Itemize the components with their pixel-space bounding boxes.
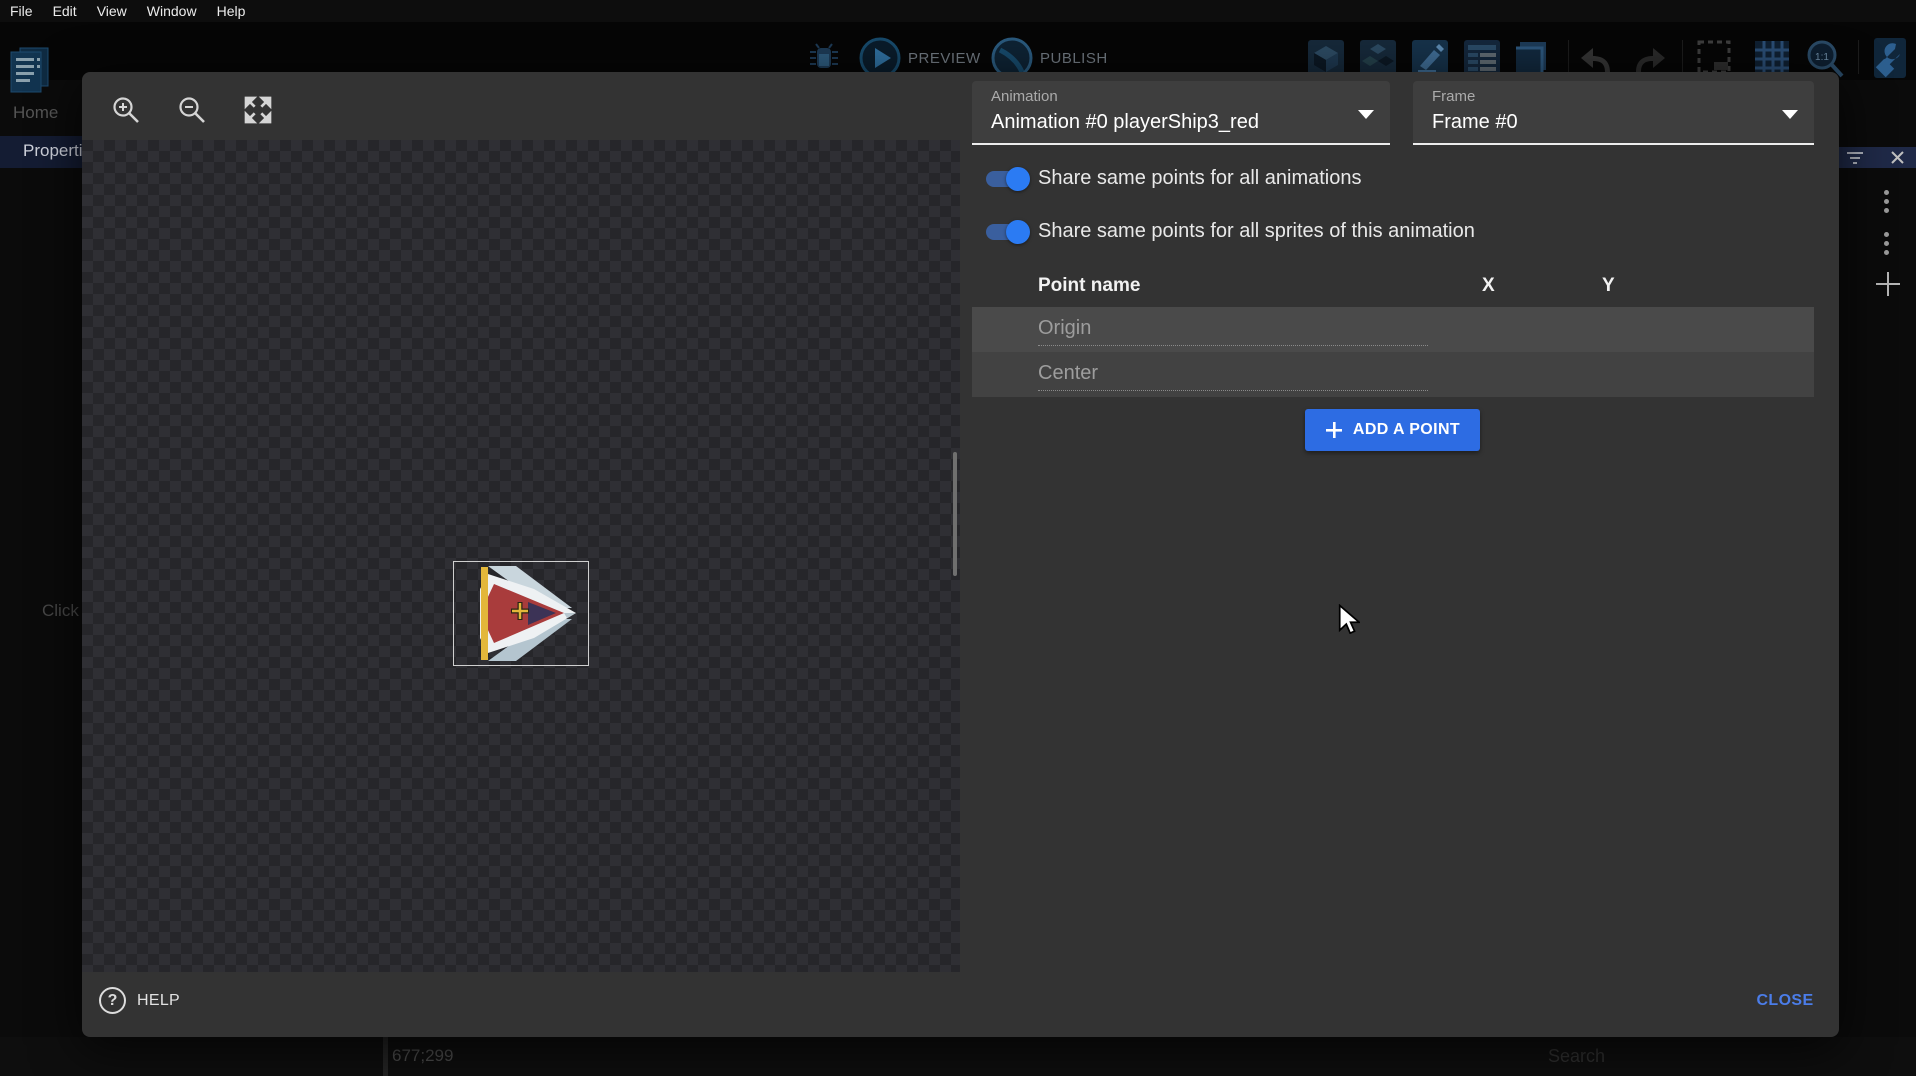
animation-select[interactable]: Animation Animation #0 playerShip3_red [972, 81, 1390, 145]
share-points-all-sprites-label: Share same points for all sprites of thi… [1038, 220, 1475, 243]
player-ship-sprite[interactable] [454, 562, 588, 665]
search-input[interactable] [1548, 1041, 1868, 1071]
table-row-origin[interactable]: Origin 49 37.5 [972, 307, 1814, 352]
zoom-in-icon[interactable] [110, 94, 142, 126]
frame-select[interactable]: Frame Frame #0 [1413, 81, 1814, 145]
point-name-underline [1038, 390, 1428, 391]
publish-label[interactable]: PUBLISH [1040, 50, 1108, 67]
canvas-vertical-scrollbar[interactable] [953, 452, 957, 576]
tools-wrench-icon[interactable] [1868, 36, 1910, 85]
chevron-down-icon [1782, 110, 1798, 119]
canvas-hint-text: Click [42, 601, 82, 621]
add-point-button[interactable]: ADD A POINT [1305, 409, 1480, 451]
share-points-all-sprites-toggle[interactable] [984, 220, 1028, 244]
plus-icon [1325, 421, 1343, 439]
fit-to-screen-icon[interactable] [242, 94, 274, 126]
menu-window[interactable]: Window [147, 3, 197, 19]
point-name-field: Origin [1038, 317, 1091, 340]
animation-select-label: Animation [991, 88, 1058, 105]
edit-points-dialog: Animation Animation #0 playerShip3_red F… [82, 72, 1839, 1037]
close-panel-icon[interactable] [1891, 151, 1904, 164]
cursor-coordinates: 677;299 [392, 1046, 453, 1066]
status-bar: 677;299 [0, 1037, 1916, 1076]
sprite-canvas[interactable] [82, 140, 960, 972]
more-options-icon[interactable] [1884, 228, 1890, 259]
chevron-down-icon [1358, 110, 1374, 119]
zoom-out-icon[interactable] [176, 94, 208, 126]
statusbar-divider [383, 1037, 388, 1076]
menu-edit[interactable]: Edit [53, 3, 77, 19]
menu-file[interactable]: File [10, 3, 33, 19]
canvas-toolbar [82, 72, 960, 140]
menu-help[interactable]: Help [217, 3, 246, 19]
menu-bar: File Edit View Window Help [0, 0, 1916, 22]
menu-view[interactable]: View [97, 3, 127, 19]
column-header-point-name: Point name [1038, 275, 1140, 297]
animation-select-value: Animation #0 playerShip3_red [991, 111, 1259, 134]
help-button[interactable]: ? HELP [99, 987, 180, 1014]
project-manager-icon[interactable] [8, 46, 50, 99]
filter-icon[interactable] [1846, 151, 1864, 165]
help-icon: ? [99, 987, 126, 1014]
more-options-icon[interactable] [1884, 186, 1890, 217]
tab-properties[interactable]: Properties [0, 136, 82, 168]
tab-home[interactable]: Home [13, 103, 58, 123]
close-button[interactable]: CLOSE [1750, 992, 1820, 1010]
share-points-all-animations-toggle[interactable] [984, 167, 1028, 191]
point-name-field: Center [1038, 362, 1098, 385]
mouse-cursor [1338, 604, 1360, 634]
add-property-icon[interactable] [1876, 272, 1900, 296]
preview-label[interactable]: PREVIEW [908, 50, 981, 67]
sprite-frame-border [453, 561, 589, 666]
column-header-y: Y [1602, 275, 1615, 297]
zoom-ratio-text: 1:1 [1815, 52, 1829, 63]
column-header-x: X [1482, 275, 1495, 297]
share-points-all-animations-label: Share same points for all animations [1038, 167, 1362, 190]
properties-panel-header [1839, 147, 1916, 168]
frame-select-label: Frame [1432, 88, 1475, 105]
app-window: File Edit View Window Help P [0, 0, 1916, 1076]
frame-select-value: Frame #0 [1432, 111, 1518, 134]
point-name-underline [1038, 345, 1428, 346]
table-row-center[interactable]: Center (auto) (auto) [972, 352, 1814, 397]
